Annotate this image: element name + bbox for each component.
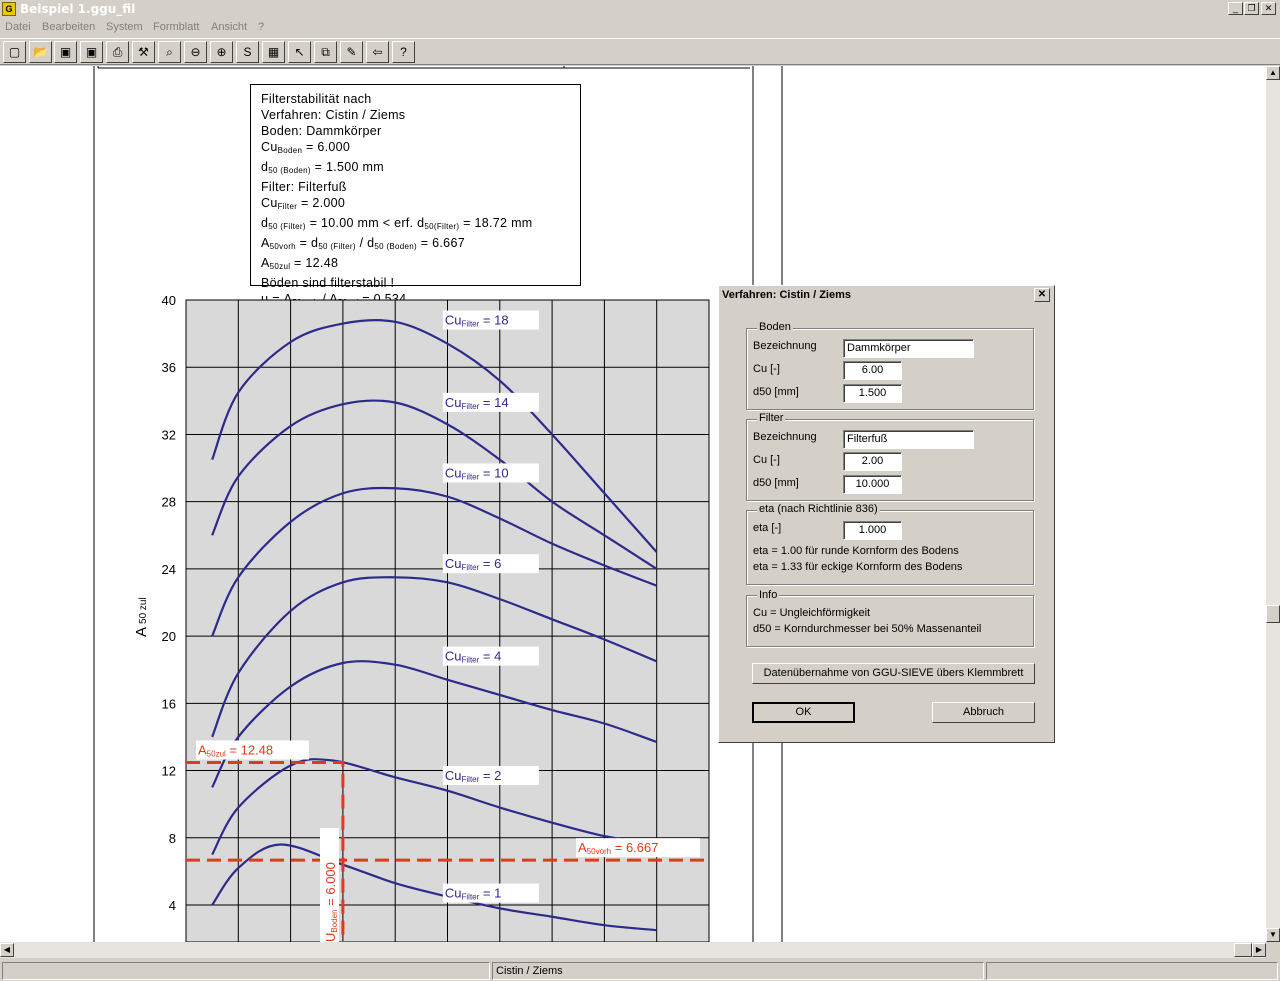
filter-bezeichnung-field[interactable]: Filterfuß bbox=[843, 430, 974, 449]
eta-label: eta [-] bbox=[753, 522, 782, 534]
horizontal-scroll-thumb[interactable] bbox=[1234, 943, 1252, 957]
filter-d50-field[interactable]: 10.000 bbox=[843, 475, 902, 494]
scroll-up-icon[interactable]: ▲ bbox=[1266, 66, 1280, 80]
filter-cu-label: Cu [-] bbox=[753, 454, 780, 466]
minimize-icon[interactable]: _ bbox=[1228, 2, 1243, 15]
y-tick-label: 12 bbox=[162, 764, 176, 779]
info-group-label: Info bbox=[757, 589, 780, 601]
boden-d50-field[interactable]: 1.500 bbox=[843, 384, 902, 403]
boden-group-label: Boden bbox=[757, 321, 793, 333]
vertical-scroll-thumb[interactable] bbox=[1266, 605, 1280, 623]
y-tick-label: 28 bbox=[162, 495, 176, 510]
y-tick-label: 40 bbox=[162, 293, 176, 308]
import-sieve-button[interactable]: Datenübernahme von GGU-SIEVE übers Klemm… bbox=[752, 663, 1035, 684]
filter-bezeichnung-label: Bezeichnung bbox=[753, 431, 817, 443]
boden-cu-label: Cu [-] bbox=[753, 363, 780, 375]
boden-d50-label: d50 [mm] bbox=[753, 386, 799, 398]
filter-stability-chart: 403632282420161284A50 zulCuFilter = 18Cu… bbox=[133, 293, 710, 942]
horizontal-scrollbar[interactable] bbox=[0, 942, 1266, 958]
y-tick-label: 32 bbox=[162, 427, 176, 442]
filter-cu-field[interactable]: 2.00 bbox=[843, 452, 902, 471]
info-d50-text: d50 = Korndurchmesser bei 50% Massenante… bbox=[753, 623, 982, 635]
info-group bbox=[746, 595, 1034, 647]
eta-group-label: eta (nach Richtlinie 836) bbox=[757, 503, 880, 515]
y-axis-label: A50 zul bbox=[133, 597, 150, 637]
y-tick-label: 4 bbox=[169, 898, 176, 913]
eta-note-angular: eta = 1.33 für eckige Kornform des Boden… bbox=[753, 561, 963, 573]
filter-group-label: Filter bbox=[757, 412, 786, 424]
status-panel-right bbox=[986, 962, 1278, 980]
boden-bezeichnung-field[interactable]: Dammkörper bbox=[843, 339, 974, 358]
ok-button[interactable]: OK bbox=[752, 702, 855, 723]
y-tick-label: 36 bbox=[162, 360, 176, 375]
restore-icon[interactable]: ❐ bbox=[1244, 2, 1259, 15]
y-tick-label: 24 bbox=[162, 562, 176, 577]
status-panel-method: Cistin / Ziems bbox=[492, 962, 984, 980]
scroll-left-icon[interactable]: ◀ bbox=[0, 943, 14, 957]
info-cu-text: Cu = Ungleichförmigkeit bbox=[753, 607, 871, 619]
scroll-right-icon[interactable]: ▶ bbox=[1252, 943, 1266, 957]
close-icon[interactable]: ✕ bbox=[1261, 2, 1276, 15]
y-tick-label: 8 bbox=[169, 831, 176, 846]
filter-d50-label: d50 [mm] bbox=[753, 477, 799, 489]
vertical-scrollbar[interactable] bbox=[1266, 66, 1280, 942]
dialog-title: Verfahren: Cistin / Ziems bbox=[722, 289, 851, 301]
eta-field[interactable]: 1.000 bbox=[843, 521, 902, 540]
scroll-down-icon[interactable]: ▼ bbox=[1266, 928, 1280, 942]
dialog-close-icon[interactable]: ✕ bbox=[1034, 288, 1050, 302]
boden-cu-field[interactable]: 6.00 bbox=[843, 361, 902, 380]
status-panel-left bbox=[2, 962, 490, 980]
y-tick-label: 20 bbox=[162, 629, 176, 644]
cancel-button[interactable]: Abbruch bbox=[932, 702, 1035, 723]
boden-bezeichnung-label: Bezeichnung bbox=[753, 340, 817, 352]
y-tick-label: 16 bbox=[162, 696, 176, 711]
eta-note-round: eta = 1.00 für runde Kornform des Bodens bbox=[753, 545, 959, 557]
